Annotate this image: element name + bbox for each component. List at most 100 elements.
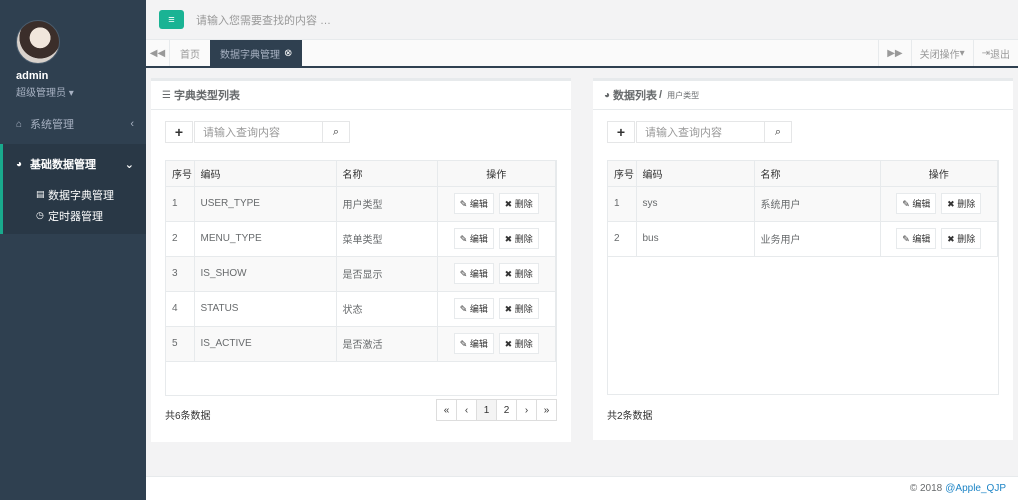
search-input[interactable]: 请输入查询内容	[636, 121, 765, 143]
delete-button[interactable]: ✖ 删除	[498, 193, 539, 214]
row-actions: ✎ 编辑 ✖ 删除	[437, 255, 556, 291]
edit-button[interactable]: ✎ 编辑	[453, 263, 494, 284]
table-row[interactable]: 2 bus 业务用户 ✎ 编辑 ✖ 删除	[608, 220, 998, 256]
panel-header: ◕ 数据列表 / 用户类型	[593, 81, 1013, 110]
bars-icon: ≡	[168, 13, 175, 26]
table-row[interactable]: 1 sys 系统用户 ✎ 编辑 ✖ 删除	[608, 185, 998, 221]
tab-dictionary[interactable]: 数据字典管理 ⊗	[210, 40, 303, 66]
author-link[interactable]: @Apple_QJP	[945, 483, 1006, 494]
delete-label: 删除	[514, 339, 533, 350]
search-input[interactable]: 请输入查询内容	[194, 121, 323, 143]
delete-button[interactable]: ✖ 删除	[498, 228, 539, 249]
edit-button[interactable]: ✎ 编辑	[453, 193, 494, 214]
row-actions: ✎ 编辑 ✖ 删除	[437, 220, 556, 256]
row-name: 状态	[336, 290, 438, 326]
add-button[interactable]: +	[165, 121, 193, 143]
tab-label: 数据字典管理	[220, 49, 280, 61]
search-toolbar: + 请输入查询内容 ⌕	[165, 121, 350, 143]
page-next-button[interactable]: ›	[516, 399, 537, 421]
row-code: STATUS	[194, 290, 337, 326]
table-row[interactable]: 1 USER_TYPE 用户类型 ✎ 编辑 ✖ 删除	[166, 185, 556, 221]
table-row[interactable]: 4 STATUS 状态 ✎ 编辑 ✖ 删除	[166, 290, 556, 326]
edit-button[interactable]: ✎ 编辑	[453, 333, 494, 355]
close-operations-dropdown[interactable]: 关闭操作 ▾	[910, 40, 973, 66]
edit-button[interactable]: ✎ 编辑	[896, 228, 937, 250]
list-icon: ☰	[162, 89, 171, 101]
close-tab-icon[interactable]: ⊗	[284, 48, 292, 59]
tab-label: 首页	[180, 49, 200, 61]
row-code: USER_TYPE	[194, 185, 337, 221]
delete-label: 删除	[514, 269, 533, 279]
sign-out-icon: ⇥	[981, 47, 990, 59]
page-2-button[interactable]: 2	[496, 399, 517, 421]
tab-scroll-right-button[interactable]: ▶▶	[878, 40, 910, 66]
logout-button[interactable]: ⇥ 退出	[972, 40, 1018, 66]
menu-toggle-button[interactable]: ≡	[159, 10, 184, 29]
table-row[interactable]: 2 MENU_TYPE 菜单类型 ✎ 编辑 ✖ 删除	[166, 220, 556, 256]
sidebar-subitem-dictionary[interactable]: ▤ 数据字典管理	[3, 184, 146, 205]
close-operations-label: 关闭操作	[919, 49, 960, 61]
pencil-icon: ✎	[459, 234, 468, 244]
caret-down-icon: ▾	[68, 88, 74, 99]
delete-button[interactable]: ✖ 删除	[498, 298, 539, 319]
add-button[interactable]: +	[607, 121, 635, 143]
table-header-row: 序号 编码 名称 操作	[166, 161, 556, 187]
edit-label: 编辑	[469, 199, 488, 209]
user-role-dropdown[interactable]: 超级管理员 ▾	[16, 84, 130, 99]
delete-button[interactable]: ✖ 删除	[498, 263, 539, 284]
delete-button[interactable]: ✖ 删除	[941, 228, 982, 250]
edit-label: 编辑	[912, 234, 931, 245]
chevron-left-icon: ‹	[130, 118, 134, 130]
sidebar: admin 超级管理员 ▾ ⌂ 系统管理 ‹ ◕ 基础数据管理 ⌄ ▤ 数据字典…	[0, 0, 146, 500]
row-number: 2	[166, 220, 195, 256]
column-header: 操作	[437, 161, 556, 187]
edit-button[interactable]: ✎ 编辑	[453, 298, 494, 319]
page-last-button[interactable]: »	[536, 399, 557, 421]
page-prev-button[interactable]: ‹	[456, 399, 477, 421]
total-count: 共2条数据	[607, 411, 653, 422]
sidebar-item-basic-data[interactable]: ◕ 基础数据管理 ⌄	[3, 144, 146, 184]
tab-scroll-left-button[interactable]: ◀◀	[146, 40, 170, 66]
row-name: 是否显示	[336, 255, 438, 291]
times-icon: ✖	[504, 234, 513, 244]
panel-header: ☰ 字典类型列表	[151, 81, 571, 110]
tab-home[interactable]: 首页	[170, 40, 210, 66]
pencil-icon: ✎	[902, 199, 910, 209]
delete-button[interactable]: ✖ 删除	[941, 193, 982, 214]
edit-label: 编辑	[469, 269, 488, 279]
avatar[interactable]	[16, 20, 60, 64]
row-code: sys	[636, 185, 755, 221]
delete-button[interactable]: ✖ 删除	[498, 333, 539, 355]
sidebar-subitem-timer[interactable]: ◷ 定时器管理	[3, 205, 146, 226]
panel-title: 字典类型列表	[173, 90, 240, 102]
row-number: 2	[608, 220, 637, 256]
plus-icon: +	[616, 124, 626, 140]
search-button[interactable]: ⌕	[323, 121, 350, 143]
tab-bar: ◀◀ 首页 数据字典管理 ⊗ ▶▶ 关闭操作 ▾ ⇥ 退出	[146, 40, 1018, 68]
edit-button[interactable]: ✎ 编辑	[896, 193, 937, 214]
page-first-button[interactable]: «	[436, 399, 457, 421]
logout-label: 退出	[990, 49, 1010, 61]
home-icon: ⌂	[16, 118, 23, 130]
table-row[interactable]: 3 IS_SHOW 是否显示 ✎ 编辑 ✖ 删除	[166, 255, 556, 291]
user-name[interactable]: admin	[16, 70, 130, 82]
row-number: 5	[166, 325, 195, 361]
row-name: 用户类型	[336, 185, 438, 221]
times-icon: ✖	[504, 269, 513, 279]
table-row[interactable]: 5 IS_ACTIVE 是否激活 ✎ 编辑 ✖ 删除	[166, 325, 556, 361]
delete-label: 删除	[514, 199, 533, 209]
top-bar: ≡ 请输入您需要查找的内容 …	[146, 0, 1018, 40]
pencil-icon: ✎	[459, 339, 468, 350]
edit-button[interactable]: ✎ 编辑	[453, 228, 494, 249]
global-search-input[interactable]: 请输入您需要查找的内容 …	[196, 12, 496, 28]
row-number: 4	[166, 290, 195, 326]
search-button[interactable]: ⌕	[765, 121, 792, 143]
pencil-icon: ✎	[459, 269, 468, 279]
sidebar-item-system[interactable]: ⌂ 系统管理 ‹	[0, 104, 146, 144]
page-1-button[interactable]: 1	[476, 399, 497, 421]
column-header: 编码	[194, 161, 337, 187]
profile: admin 超级管理员 ▾	[0, 0, 146, 104]
row-actions: ✎ 编辑 ✖ 删除	[437, 185, 556, 221]
row-code: MENU_TYPE	[194, 220, 337, 256]
edit-label: 编辑	[469, 339, 488, 350]
